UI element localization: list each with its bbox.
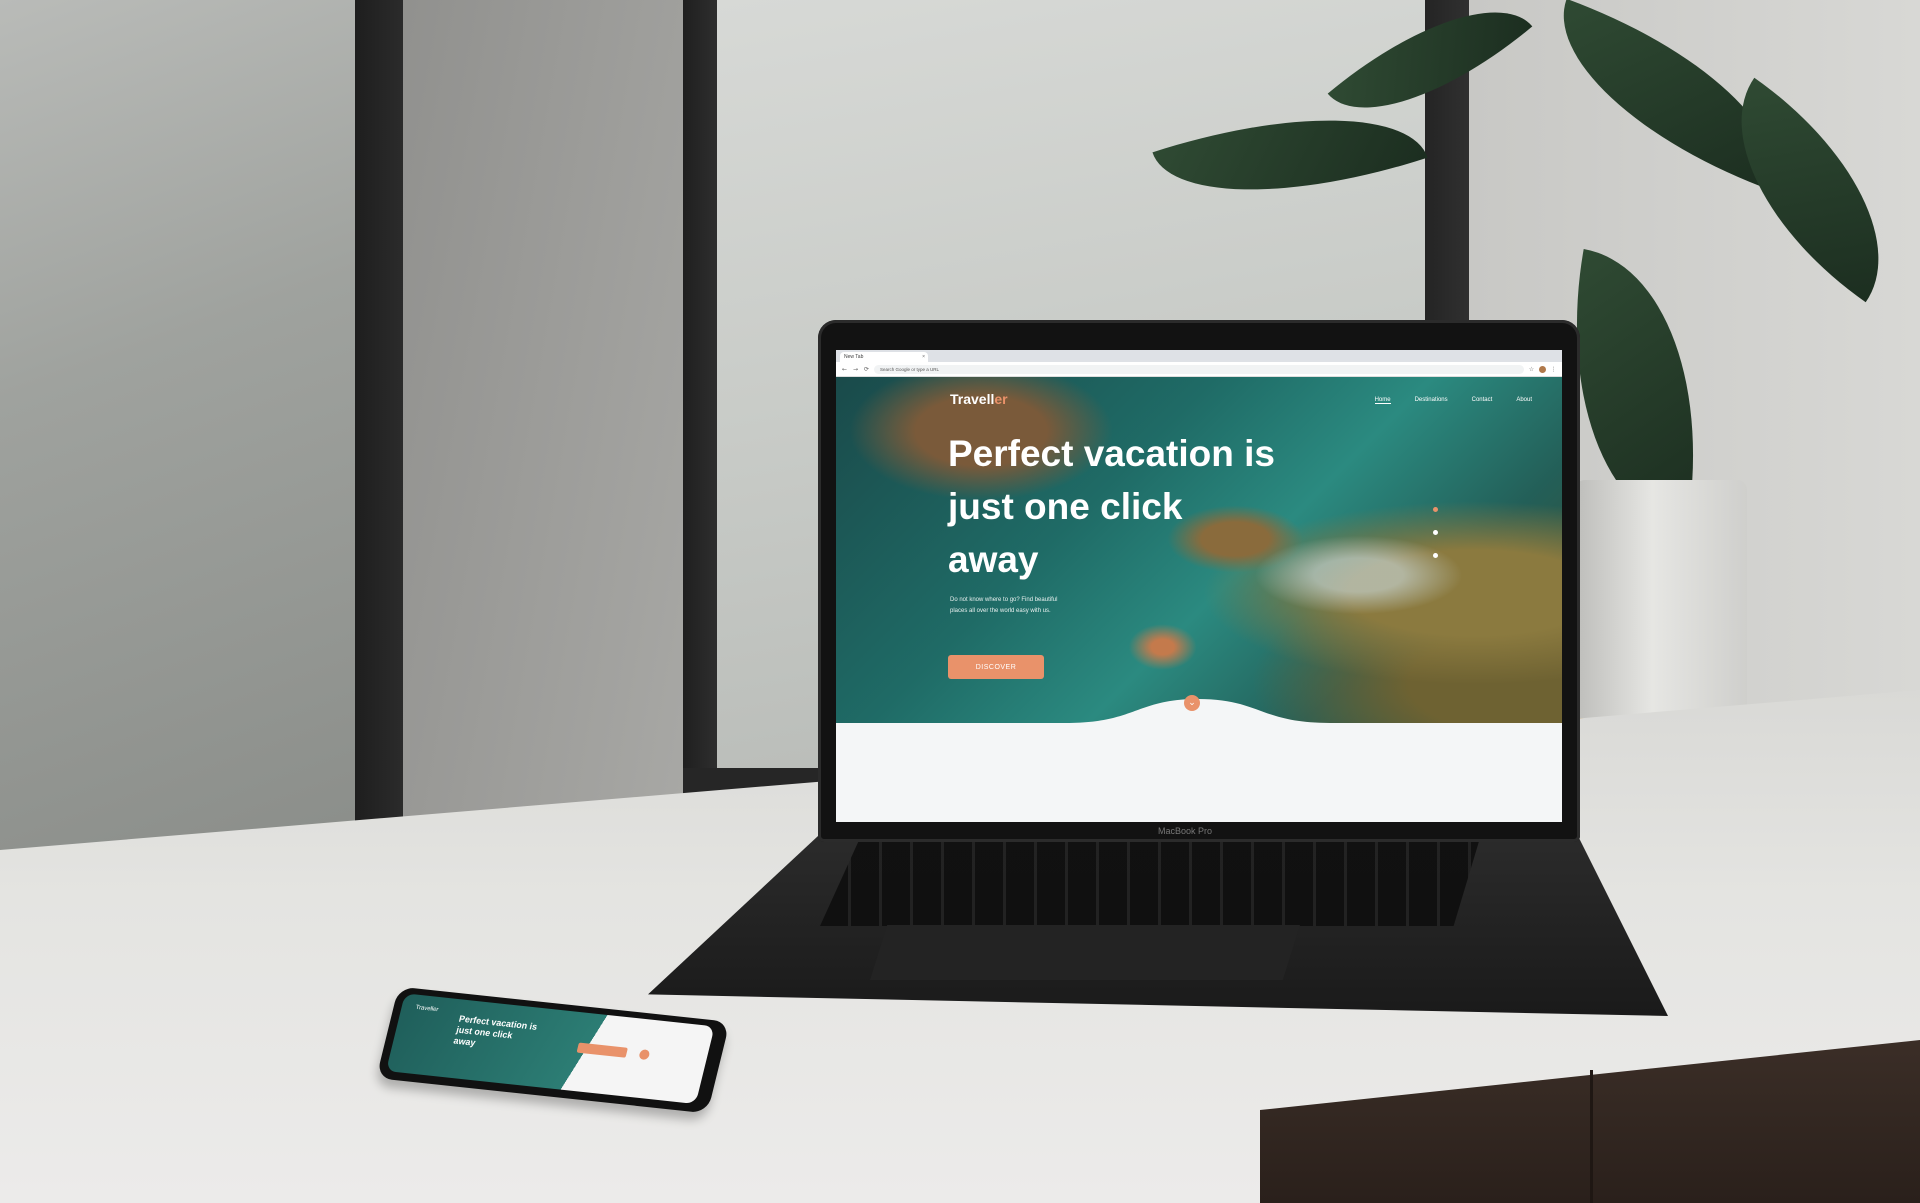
discover-button[interactable]: DISCOVER	[948, 655, 1044, 679]
phone-discover-button[interactable]	[576, 1042, 628, 1058]
phone-logo: Traveller	[414, 1004, 439, 1014]
laptop-keyboard	[820, 838, 1480, 926]
logo-text: Travell	[950, 391, 995, 407]
nav-item-contact[interactable]: Contact	[1472, 397, 1493, 404]
hero-subtext: Do not know where to go? Find beautiful …	[950, 597, 1058, 614]
browser-tab[interactable]: New Tab ×	[840, 352, 928, 362]
left-window-frame	[355, 0, 403, 920]
browser-toolbar: ← → ⟳ Search Google or type a URL ☆ ⋮	[836, 362, 1562, 377]
slider-dot[interactable]	[1433, 553, 1438, 558]
headline-line: just one click	[948, 486, 1183, 527]
logo-accent-text: er	[994, 391, 1008, 407]
browser-tab-title: New Tab	[844, 354, 864, 360]
star-icon[interactable]: ☆	[1528, 366, 1535, 373]
back-icon[interactable]: ←	[841, 366, 848, 373]
headline-line: away	[948, 539, 1039, 580]
phone-headline: Perfect vacation is just one click away	[452, 1013, 539, 1048]
nav-item-destinations[interactable]: Destinations	[1415, 397, 1448, 404]
laptop-trackpad	[870, 925, 1300, 980]
avatar[interactable]	[1539, 365, 1546, 373]
plant-pot	[1575, 480, 1747, 745]
site-logo[interactable]: Traveller	[950, 391, 1008, 407]
phone-scroll-icon[interactable]	[638, 1049, 651, 1061]
reload-icon[interactable]: ⟳	[863, 366, 870, 373]
forward-icon[interactable]: →	[852, 366, 859, 373]
slider-dot[interactable]	[1433, 530, 1438, 535]
menu-icon[interactable]: ⋮	[1550, 366, 1557, 373]
close-icon[interactable]: ×	[922, 354, 925, 360]
hero-headline: Perfect vacation is just one click away	[948, 427, 1368, 586]
browser-tab-strip: New Tab ×	[836, 350, 1562, 362]
slider-pagination	[1433, 507, 1438, 558]
headline-line: Perfect vacation is	[948, 433, 1275, 474]
hero-section: Traveller Home Destinations Contact Abou…	[836, 377, 1562, 737]
center-window-left-frame	[683, 0, 717, 820]
address-bar[interactable]: Search Google or type a URL	[874, 364, 1524, 374]
site-navigation: Home Destinations Contact About	[1374, 397, 1532, 404]
nav-item-home[interactable]: Home	[1374, 397, 1391, 404]
left-window-glass	[0, 0, 370, 870]
laptop-screen: New Tab × ← → ⟳ Search Google or type a …	[836, 350, 1562, 822]
nav-item-about[interactable]: About	[1516, 397, 1532, 404]
laptop-model-label: MacBook Pro	[1158, 826, 1213, 836]
slider-dot[interactable]	[1433, 507, 1438, 512]
desk-cabinet-panel	[1590, 1070, 1920, 1203]
scroll-down-icon[interactable]: ⌄	[1184, 695, 1200, 711]
